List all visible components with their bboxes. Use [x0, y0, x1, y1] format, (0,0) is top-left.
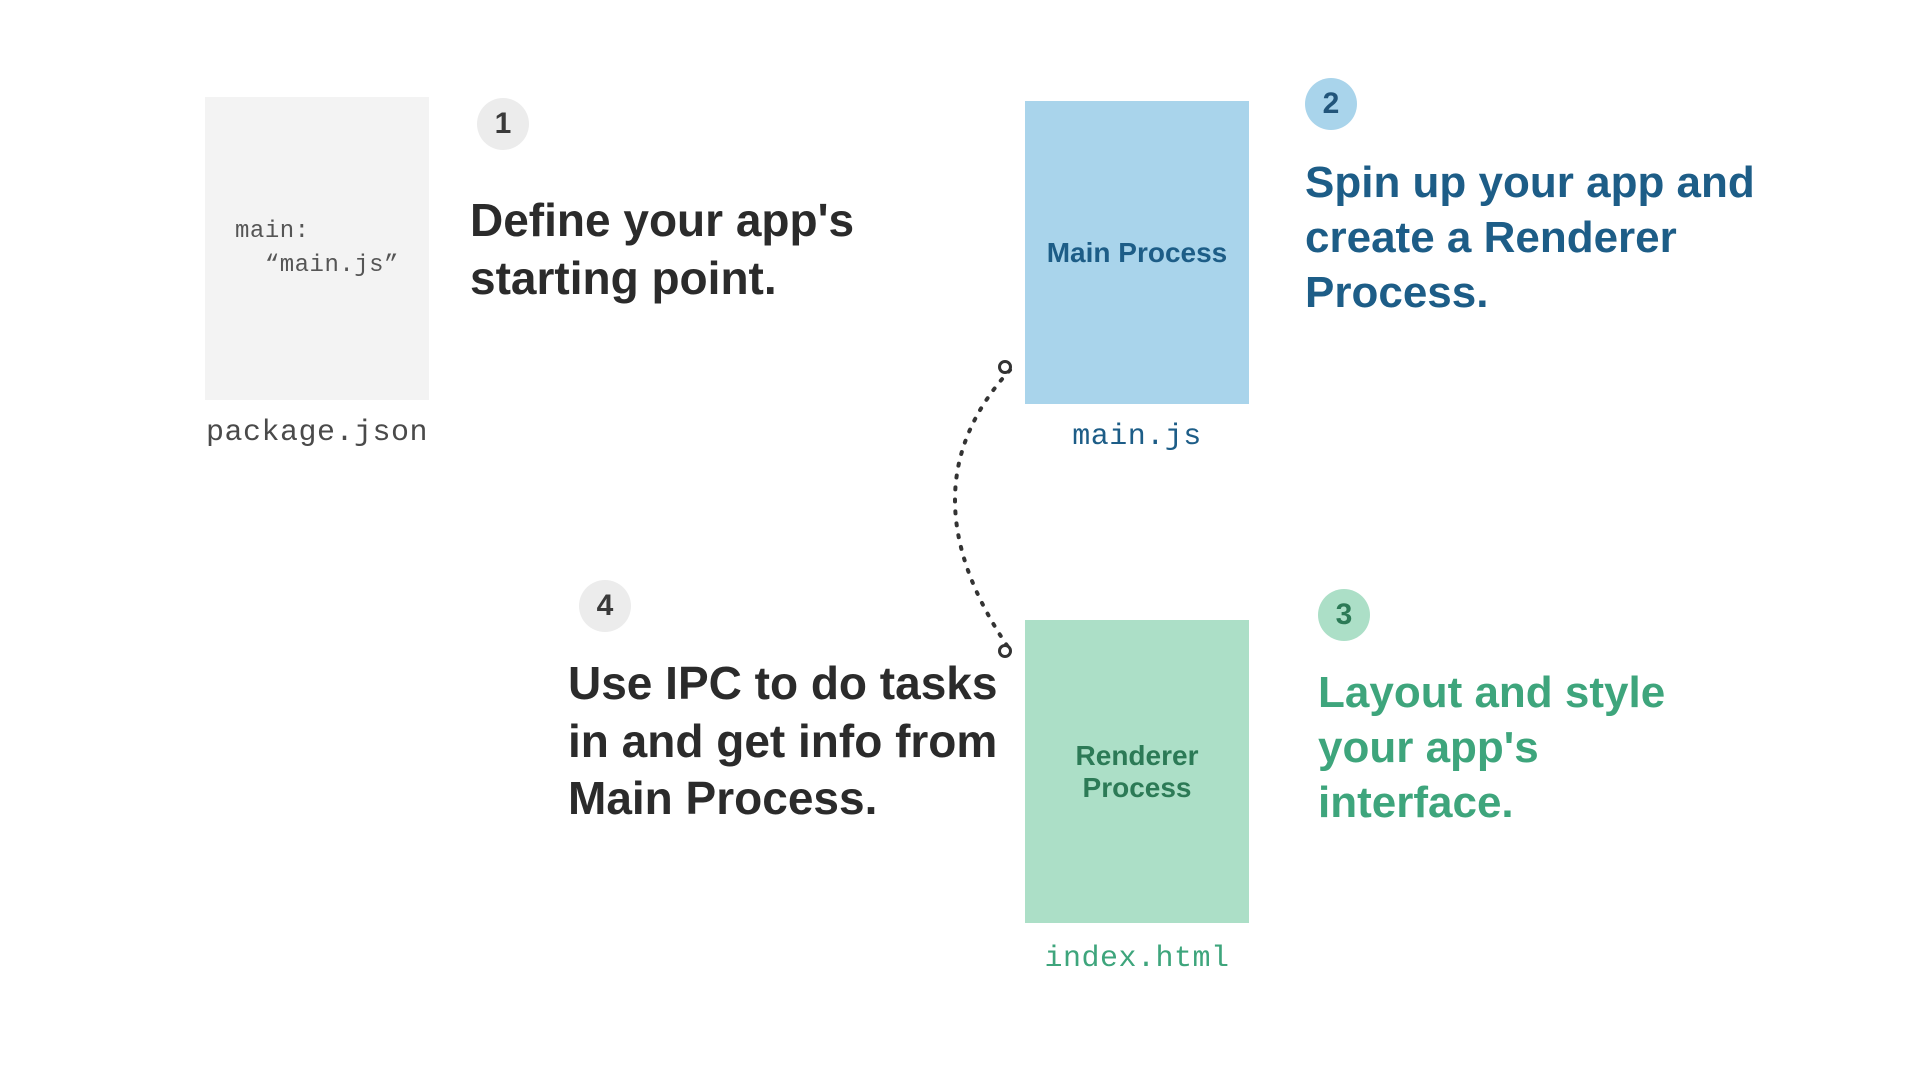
card-renderer-title: Renderer Process — [1025, 740, 1249, 804]
ipc-connector — [870, 350, 1050, 690]
step-badge-4: 4 — [579, 580, 631, 632]
connector-end-top — [998, 360, 1012, 374]
card-package-json: main: “main.js” — [205, 97, 429, 400]
step-badge-1: 1 — [477, 98, 529, 150]
step-number-3: 3 — [1336, 598, 1353, 632]
step-badge-2: 2 — [1305, 78, 1357, 130]
step-text-3: Layout and style your app's interface. — [1318, 665, 1738, 830]
label-index-html: index.html — [1000, 942, 1274, 976]
step-number-4: 4 — [597, 589, 614, 623]
package-json-code: main: “main.js” — [235, 215, 399, 282]
card-renderer-process: Renderer Process — [1025, 620, 1249, 923]
label-package-json: package.json — [180, 416, 454, 450]
step-badge-3: 3 — [1318, 589, 1370, 641]
card-main-process: Main Process — [1025, 101, 1249, 404]
step-number-1: 1 — [495, 107, 512, 141]
step-text-1: Define your app's starting point. — [470, 192, 930, 307]
connector-end-bottom — [998, 644, 1012, 658]
diagram-stage: main: “main.js” package.json 1 Define yo… — [0, 0, 1920, 1080]
step-number-2: 2 — [1323, 87, 1340, 121]
label-main-js: main.js — [1025, 420, 1249, 454]
card-main-title: Main Process — [1047, 237, 1228, 269]
step-text-2: Spin up your app and create a Renderer P… — [1305, 155, 1775, 320]
